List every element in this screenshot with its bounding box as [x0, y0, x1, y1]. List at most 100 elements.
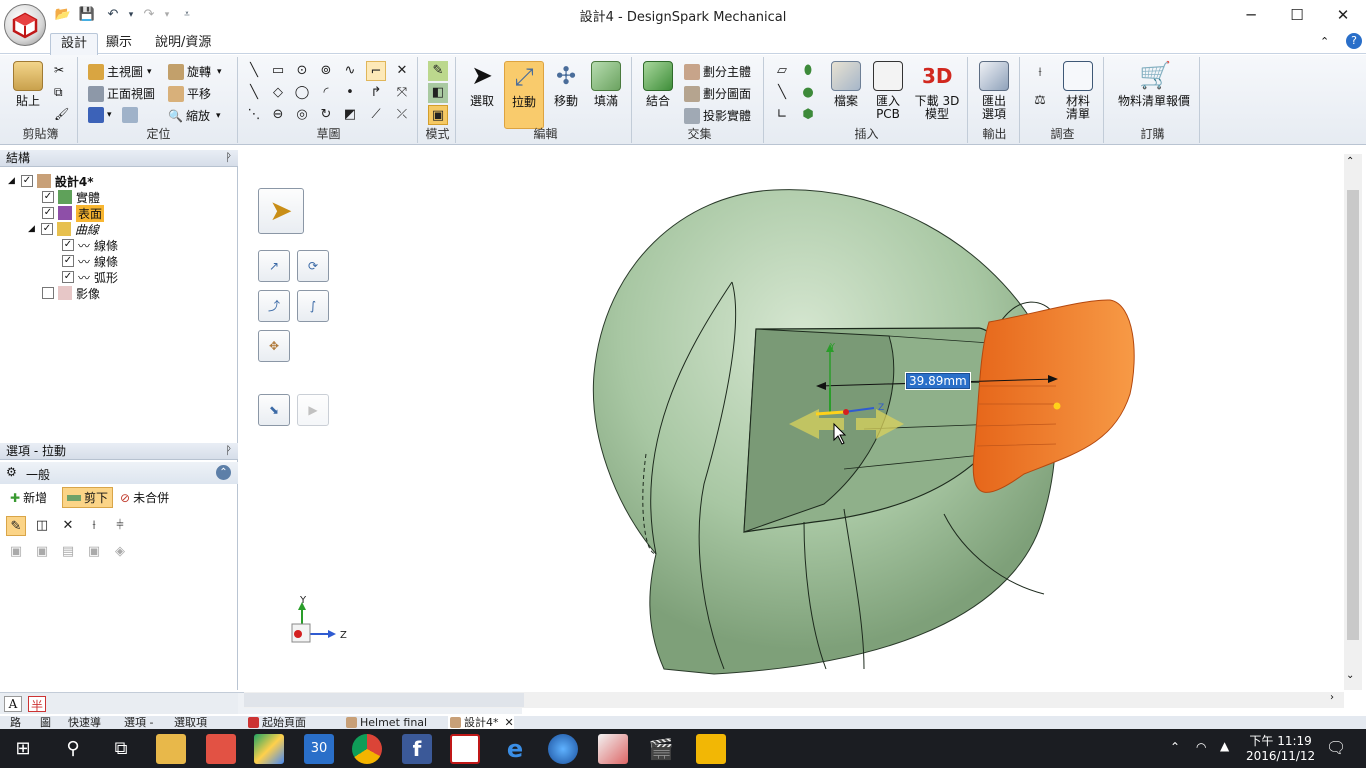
shell-icon[interactable]: ⬢: [798, 105, 818, 125]
close-button[interactable]: ✕: [1320, 0, 1366, 30]
search-icon[interactable]: ⚲: [58, 734, 88, 764]
no-merge-option[interactable]: ⊘ 未合併: [120, 489, 169, 506]
fillet-icon[interactable]: ▣: [6, 542, 26, 562]
construction-line-icon[interactable]: ⋱: [244, 105, 264, 125]
zoom-button[interactable]: 🔍 縮放 ▾: [168, 107, 221, 124]
wifi-icon[interactable]: ◠: [1196, 740, 1206, 754]
spin-button[interactable]: 旋轉 ▾: [168, 63, 222, 80]
split-body-button[interactable]: 劃分主體: [684, 63, 751, 80]
tangent-line-icon[interactable]: ╲: [244, 83, 264, 103]
bom-quote-button[interactable]: 🛒 物料清單報價: [1112, 61, 1196, 108]
sweep-icon[interactable]: ⟊: [84, 516, 104, 536]
tab-helmet-final[interactable]: Helmet final: [344, 716, 427, 729]
direction-tool[interactable]: ↗: [258, 250, 290, 282]
tab-help[interactable]: 說明/資源: [145, 33, 221, 55]
three-point-rect-icon[interactable]: ◇: [268, 83, 288, 103]
minimize-button[interactable]: ─: [1228, 0, 1274, 30]
help-icon[interactable]: ?: [1346, 33, 1362, 49]
trim-tool-icon[interactable]: ✕: [392, 61, 412, 81]
checkbox[interactable]: ✓: [40, 223, 53, 235]
3d-mode-icon[interactable]: ▣: [428, 105, 448, 125]
task-view-icon[interactable]: ⧉: [106, 734, 136, 764]
checkbox[interactable]: ✓: [62, 255, 74, 267]
slot-tool-icon[interactable]: ⊖: [268, 105, 288, 125]
sphere-icon[interactable]: ●: [798, 83, 818, 103]
pull-both-icon[interactable]: ◫: [32, 516, 52, 536]
tab-path[interactable]: 路: [10, 716, 21, 729]
vertical-scrollbar[interactable]: ⌃ ⌄: [1344, 154, 1362, 690]
clock[interactable]: 下午 11:19 2016/11/12: [1246, 732, 1315, 763]
notification-icon[interactable]: 🗨: [1326, 738, 1346, 757]
scroll-up-icon[interactable]: ⌃: [1346, 156, 1354, 167]
close-tab-icon[interactable]: ✕: [505, 716, 514, 729]
calendar-icon[interactable]: 30: [304, 734, 334, 764]
collapse-section-icon[interactable]: ⌃: [216, 465, 231, 480]
pull-button[interactable]: ⤢ 拉動: [504, 61, 544, 129]
split-line-icon[interactable]: ⤫: [392, 105, 412, 125]
tree-item-surface[interactable]: ✓ 表面: [42, 204, 105, 222]
sweep-arc-icon[interactable]: ↻: [316, 105, 336, 125]
movie-icon[interactable]: 🎬: [646, 734, 676, 764]
checkbox[interactable]: ✓: [20, 175, 33, 187]
facebook-icon[interactable]: f: [402, 734, 432, 764]
cut-option[interactable]: 剪下: [62, 487, 114, 508]
pull-option-icon[interactable]: ✎: [6, 516, 26, 536]
copy-edge-icon[interactable]: ▣: [84, 542, 104, 562]
ellipse-tool-icon[interactable]: ◯: [292, 83, 312, 103]
text-mode-icon[interactable]: A: [4, 696, 22, 712]
horizontal-scrollbar[interactable]: ›: [244, 692, 1344, 708]
tree-item-curves[interactable]: ◢ ✓ 曲線: [28, 221, 99, 237]
designspark-icon[interactable]: [450, 734, 480, 764]
file-explorer-icon[interactable]: [156, 734, 186, 764]
import-pcb-button[interactable]: 匯入 PCB: [868, 61, 908, 121]
face-curve-icon[interactable]: ◩: [340, 105, 360, 125]
download-3d-button[interactable]: 3D 下載 3D 模型: [912, 61, 962, 121]
chamfer-icon[interactable]: ▣: [32, 542, 52, 562]
copy-icon[interactable]: ⧉: [54, 85, 63, 100]
tab-layers[interactable]: 圖: [40, 716, 51, 729]
paste-button[interactable]: 貼上: [8, 61, 48, 108]
collapse-icon[interactable]: ◢: [8, 176, 15, 186]
chrome-icon[interactable]: [352, 734, 382, 764]
complete-tool[interactable]: ▶: [297, 394, 329, 426]
sketch-mode-icon[interactable]: ✎: [428, 61, 448, 81]
three-point-circle-icon[interactable]: ◎: [292, 105, 312, 125]
origin-icon[interactable]: ∟: [772, 105, 792, 125]
fillet-tool-icon[interactable]: ⤧: [392, 83, 412, 103]
bend-tool-icon[interactable]: ↱: [366, 83, 386, 103]
scroll-down-icon[interactable]: ⌄: [1346, 670, 1354, 681]
tab-design[interactable]: 設計: [50, 33, 99, 55]
checkbox[interactable]: ✓: [42, 191, 54, 203]
file-button[interactable]: 檔案: [826, 61, 866, 108]
draft-icon[interactable]: ⫩: [110, 516, 130, 536]
tree-item-solid[interactable]: ✓ 實體: [42, 189, 100, 205]
checkbox[interactable]: ✓: [62, 271, 74, 283]
scale-tool[interactable]: ✥: [258, 330, 290, 362]
scroll-right-icon[interactable]: ›: [1330, 692, 1334, 703]
tab-display[interactable]: 顯示: [96, 33, 142, 55]
project-curve-icon[interactable]: ⟋: [366, 105, 386, 125]
checkbox[interactable]: [42, 287, 54, 299]
sweep-tool[interactable]: ∫: [297, 290, 329, 322]
paint-icon[interactable]: [598, 734, 628, 764]
offset-tool-icon[interactable]: ⌐: [366, 61, 386, 81]
scroll-thumb[interactable]: [244, 693, 524, 707]
plan-view-button[interactable]: 正面視圖: [88, 85, 155, 102]
drive-tray-icon[interactable]: ▲: [1220, 739, 1229, 753]
tab-options[interactable]: 選項 -: [124, 716, 153, 729]
home-view-button[interactable]: 主視圖 ▾: [88, 63, 152, 80]
model-canvas[interactable]: Y Z Y Z: [244, 154, 1344, 694]
tree-root[interactable]: ◢ ✓ 設計4*: [8, 173, 94, 189]
gmail-icon[interactable]: [206, 734, 236, 764]
mass-icon[interactable]: ⚖: [1030, 91, 1050, 111]
select-button[interactable]: ➤ 選取: [462, 61, 502, 108]
split-face-button[interactable]: 劃分圖面: [684, 85, 751, 102]
measure-icon[interactable]: ⟊: [1030, 63, 1050, 83]
up-to-tool[interactable]: ⤴: [258, 290, 290, 322]
revolve-tool[interactable]: ⟳: [297, 250, 329, 282]
start-icon[interactable]: ⊞: [8, 734, 38, 764]
tab-selection[interactable]: 選取項: [174, 716, 207, 729]
axis-icon[interactable]: ╲: [772, 83, 792, 103]
half-width-icon[interactable]: 半: [28, 696, 46, 713]
tab-start-page[interactable]: 起始頁面: [246, 716, 306, 729]
